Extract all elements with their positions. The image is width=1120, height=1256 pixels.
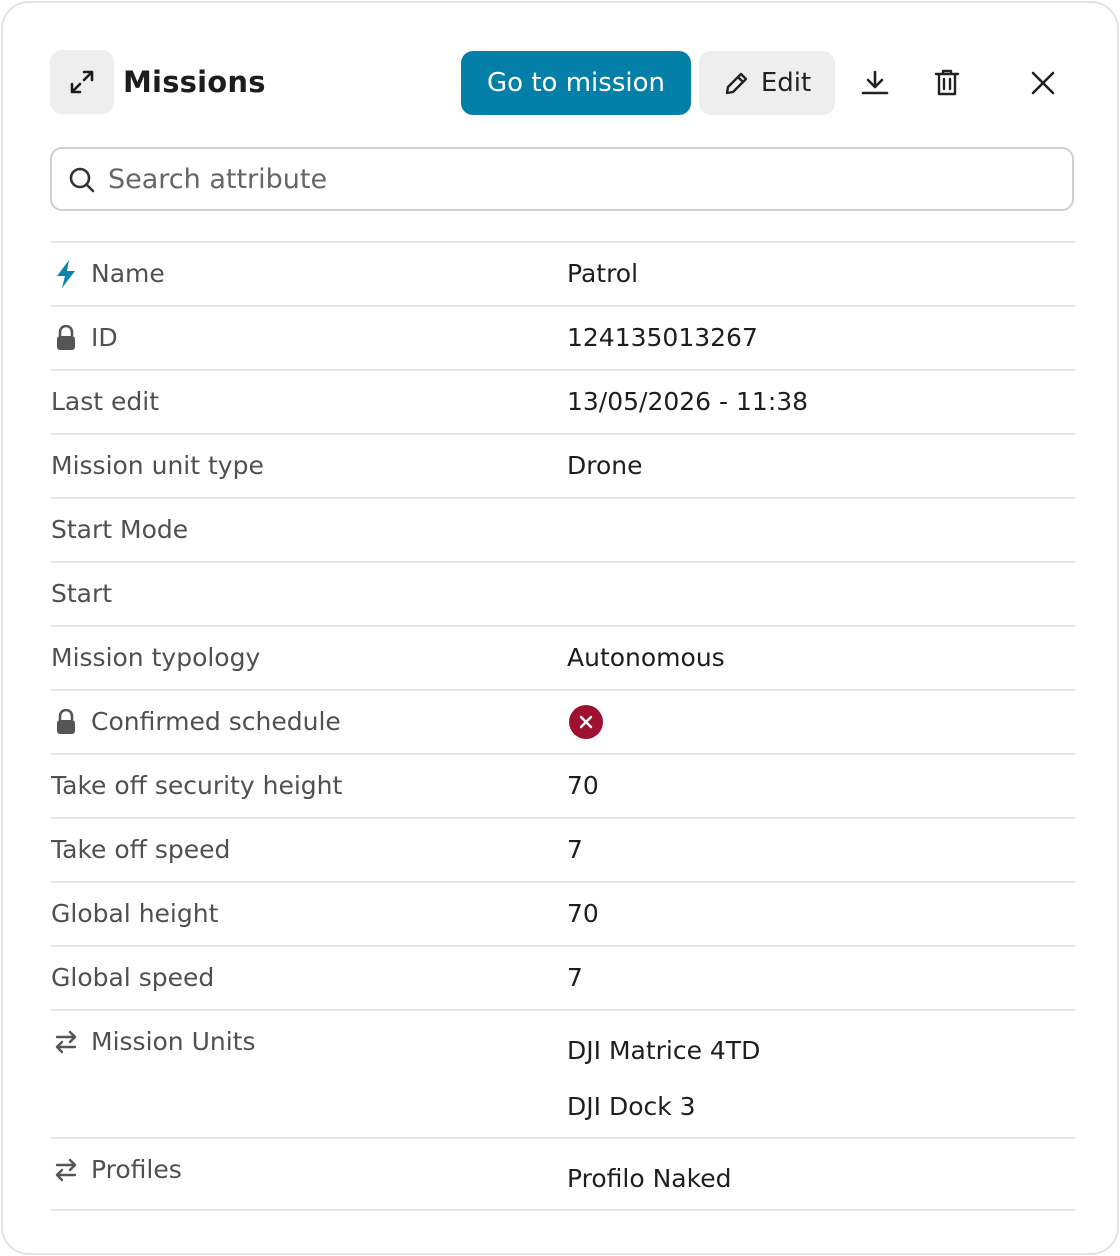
last-edit-value: 13/05/2026 - 11:38 — [567, 387, 809, 416]
table-row: Last edit 13/05/2026 - 11:38 — [51, 371, 1075, 435]
panel-title: Missions — [123, 65, 266, 99]
edit-button[interactable]: Edit — [699, 51, 835, 115]
table-row: Confirmed schedule — [51, 691, 1075, 755]
profile-link[interactable]: Profilo Naked — [567, 1151, 731, 1207]
name-label: Name — [91, 259, 165, 288]
attributes-table: Name Patrol ID 124135013267 Last edit 13… — [51, 241, 1075, 1211]
table-row: Start — [51, 563, 1075, 627]
takeoff-speed-label: Take off speed — [51, 835, 231, 864]
name-value: Patrol — [567, 259, 639, 288]
download-button[interactable] — [849, 51, 901, 115]
lock-icon — [51, 707, 81, 737]
table-row: Mission typology Autonomous — [51, 627, 1075, 691]
table-row: Profiles Profilo Naked — [51, 1139, 1075, 1211]
confirmed-schedule-label: Confirmed schedule — [91, 707, 341, 736]
mission-unit-link[interactable]: DJI Matrice 4TD — [567, 1023, 760, 1079]
close-button[interactable] — [1017, 51, 1069, 115]
table-row: Mission Units DJI Matrice 4TD DJI Dock 3 — [51, 1011, 1075, 1139]
row-label: Profiles — [51, 1139, 182, 1201]
global-height-label: Global height — [51, 899, 219, 928]
delete-button[interactable] — [921, 51, 973, 115]
unit-type-value: Drone — [567, 451, 643, 480]
download-icon — [861, 70, 889, 95]
table-row: Take off speed 7 — [51, 819, 1075, 883]
go-to-mission-button[interactable]: Go to mission — [461, 51, 691, 115]
table-row: Global speed 7 — [51, 947, 1075, 1011]
expand-icon — [70, 70, 94, 94]
table-row: Name Patrol — [51, 243, 1075, 307]
table-row: Start Mode — [51, 499, 1075, 563]
mission-detail-panel: Missions Go to mission Edit Search attri… — [1, 1, 1119, 1255]
search-box — [50, 147, 1074, 211]
mission-units-list: DJI Matrice 4TD DJI Dock 3 — [567, 1023, 760, 1135]
table-row: Mission unit type Drone — [51, 435, 1075, 499]
table-row: ID 124135013267 — [51, 307, 1075, 371]
mission-units-label: Mission Units — [91, 1027, 256, 1056]
search-icon — [69, 167, 95, 193]
typology-label: Mission typology — [51, 643, 261, 672]
x-circle-icon — [569, 705, 603, 739]
global-speed-value: 7 — [567, 963, 583, 992]
profiles-list: Profilo Naked — [567, 1151, 731, 1207]
unit-type-label: Mission unit type — [51, 451, 264, 480]
row-label: Confirmed schedule — [51, 691, 341, 753]
close-icon — [1031, 71, 1055, 95]
id-value: 124135013267 — [567, 323, 758, 352]
search-input[interactable] — [108, 157, 1048, 201]
table-row: Global height 70 — [51, 883, 1075, 947]
takeoff-speed-value: 7 — [567, 835, 583, 864]
row-label: Mission Units — [51, 1011, 256, 1073]
typology-value: Autonomous — [567, 643, 725, 672]
profiles-label: Profiles — [91, 1155, 182, 1184]
swap-arrows-icon — [51, 1027, 81, 1057]
start-mode-label: Start Mode — [51, 515, 189, 544]
bolt-icon — [51, 259, 81, 289]
global-height-value: 70 — [567, 899, 599, 928]
edit-button-label: Edit — [760, 68, 812, 98]
mission-unit-link[interactable]: DJI Dock 3 — [567, 1079, 760, 1135]
pencil-icon — [725, 72, 748, 95]
row-label: ID — [51, 307, 118, 369]
takeoff-height-value: 70 — [567, 771, 599, 800]
last-edit-label: Last edit — [51, 387, 160, 416]
table-row: Take off security height 70 — [51, 755, 1075, 819]
swap-arrows-icon — [51, 1155, 81, 1185]
takeoff-height-label: Take off security height — [51, 771, 343, 800]
start-label: Start — [51, 579, 113, 608]
id-label: ID — [91, 323, 118, 352]
panel-header: Missions Go to mission Edit — [50, 50, 1080, 116]
global-speed-label: Global speed — [51, 963, 215, 992]
trash-icon — [934, 69, 960, 96]
lock-icon — [51, 323, 81, 353]
expand-button[interactable] — [50, 50, 114, 114]
row-label: Name — [51, 243, 165, 305]
